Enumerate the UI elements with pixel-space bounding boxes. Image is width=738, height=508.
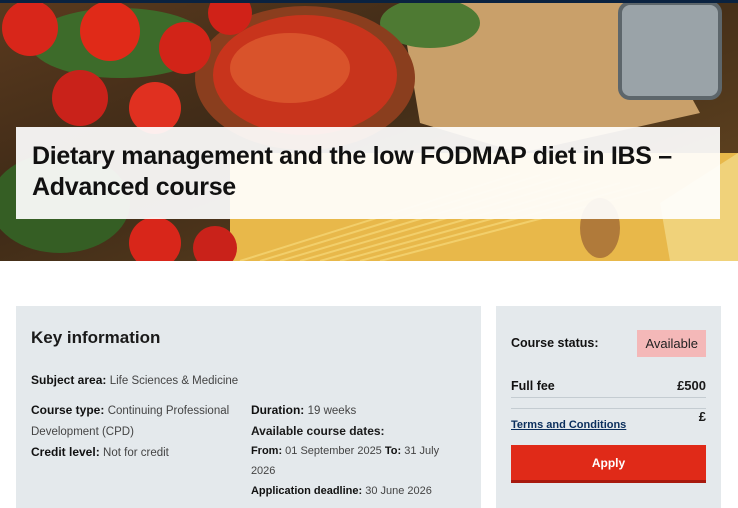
full-fee-row: Full fee £500 xyxy=(511,376,706,398)
credit-level-row: Credit level: Not for credit xyxy=(31,442,251,463)
subject-area-value: Life Sciences & Medicine xyxy=(109,375,239,387)
apply-button[interactable]: Apply xyxy=(511,445,706,483)
info-columns: Course type: Continuing Professional Dev… xyxy=(31,400,466,501)
deadline-value: 30 June 2026 xyxy=(365,485,432,497)
terms-and-conditions-link[interactable]: Terms and Conditions xyxy=(511,419,626,431)
duration-label: Duration: xyxy=(250,403,305,417)
course-status-row: Course status: Available xyxy=(511,328,706,358)
deadline-row: Application deadline: 30 June 2026 xyxy=(251,481,466,501)
credit-level-label: Credit level: xyxy=(31,445,100,459)
course-type-row: Course type: Continuing Professional Dev… xyxy=(31,400,251,442)
dates-heading: Available course dates: xyxy=(250,424,385,438)
terms-row: Terms and Conditions £ xyxy=(511,408,706,431)
info-right-column: Duration: 19 weeks Available course date… xyxy=(251,400,466,501)
course-status-panel: Course status: Available Full fee £500 T… xyxy=(496,306,721,508)
duration-row: Duration: 19 weeks xyxy=(251,400,466,421)
deadline-label: Application deadline: xyxy=(250,485,363,497)
full-fee-label: Full fee xyxy=(511,378,555,393)
from-label: From: xyxy=(250,445,283,457)
course-status-label: Course status: xyxy=(511,336,599,350)
dates-row: From: 01 September 2025 To: 31 July 2026 xyxy=(251,441,466,481)
key-information-panel: Key information Subject area: Life Scien… xyxy=(16,306,481,508)
subject-area-row: Subject area: Life Sciences & Medicine xyxy=(31,370,466,391)
title-box: Dietary management and the low FODMAP di… xyxy=(16,127,720,219)
to-label: To: xyxy=(384,445,402,457)
full-fee-value: £500 xyxy=(677,378,706,393)
course-type-label: Course type: xyxy=(31,403,105,417)
terms-fee-value: £ xyxy=(698,409,706,424)
info-left-column: Course type: Continuing Professional Dev… xyxy=(31,400,251,501)
status-badge: Available xyxy=(637,329,706,357)
key-information-heading: Key information xyxy=(31,328,161,347)
subject-area-label: Subject area: xyxy=(31,373,107,387)
credit-level-value: Not for credit xyxy=(103,447,169,459)
page-title: Dietary management and the low FODMAP di… xyxy=(32,142,672,201)
duration-value: 19 weeks xyxy=(307,405,357,417)
from-value: 01 September 2025 xyxy=(285,445,382,457)
hero-banner: Dietary management and the low FODMAP di… xyxy=(0,3,738,261)
